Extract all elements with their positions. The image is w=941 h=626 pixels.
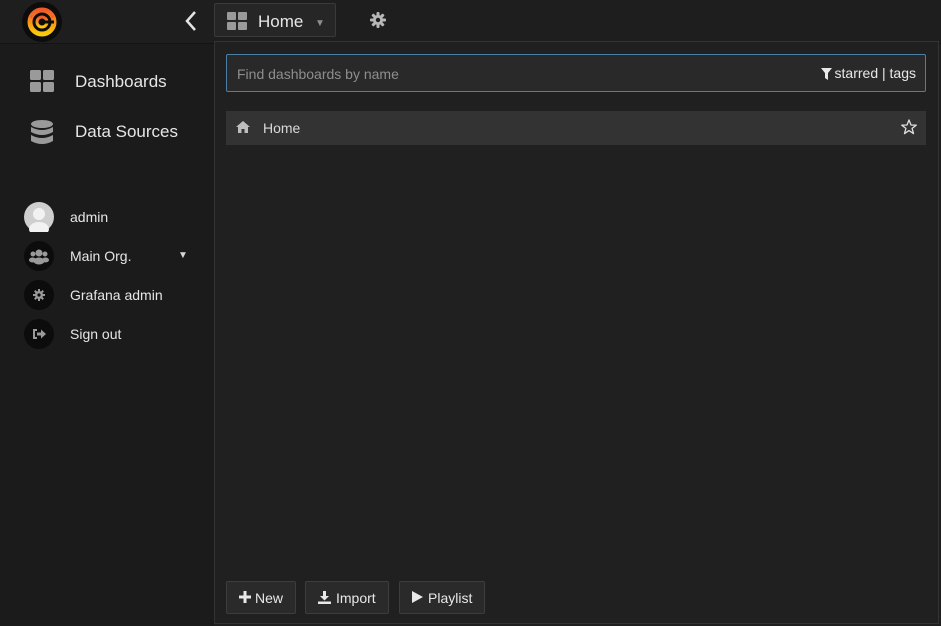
sidebar-item-label: Dashboards xyxy=(75,72,167,91)
star-icon[interactable] xyxy=(901,119,917,135)
search-result-item[interactable]: Home xyxy=(226,111,926,145)
grafana-admin-link[interactable]: Grafana admin xyxy=(0,277,214,313)
sidebar-item-label: Data Sources xyxy=(75,122,178,141)
search-box: starred | tags xyxy=(226,54,926,92)
sidebar-item-data-sources[interactable]: Data Sources xyxy=(0,110,214,154)
grid-icon xyxy=(30,70,54,92)
sign-out-icon xyxy=(24,319,54,349)
tags-filter[interactable]: tags xyxy=(890,65,916,81)
search-input[interactable] xyxy=(235,63,799,85)
gear-icon xyxy=(24,280,54,310)
collapse-sidebar-button[interactable] xyxy=(180,8,202,34)
dashboard-picker-button[interactable]: Home ▼ xyxy=(214,3,336,37)
plus-icon xyxy=(239,591,251,603)
database-icon xyxy=(31,120,53,144)
home-icon xyxy=(236,121,250,133)
filter-separator: | xyxy=(882,65,886,81)
chevron-left-icon xyxy=(185,11,196,31)
grafana-admin-label: Grafana admin xyxy=(70,287,163,303)
import-dashboard-button[interactable]: Import xyxy=(305,581,389,614)
playlist-label: Playlist xyxy=(428,590,473,606)
avatar xyxy=(24,202,54,236)
result-title: Home xyxy=(263,120,301,136)
sidebar-item-dashboards[interactable]: Dashboards xyxy=(0,60,214,104)
gear-icon xyxy=(370,12,386,28)
dashboard-search-panel: starred | tags Home New Import Playlist xyxy=(214,41,939,624)
user-name: admin xyxy=(70,209,109,225)
dashboard-title: Home xyxy=(258,12,304,31)
filter-icon xyxy=(820,68,832,80)
play-icon xyxy=(412,591,423,603)
new-dashboard-button[interactable]: New xyxy=(226,581,296,614)
sign-out-link[interactable]: Sign out xyxy=(0,316,214,352)
starred-filter[interactable]: starred xyxy=(835,65,879,81)
playlist-button[interactable]: Playlist xyxy=(399,581,485,614)
grafana-logo[interactable] xyxy=(22,2,62,42)
user-profile-link[interactable]: admin xyxy=(0,199,214,236)
top-navbar: Home ▼ xyxy=(0,0,941,44)
org-switcher[interactable]: Main Org. ▼ xyxy=(0,238,214,274)
import-label: Import xyxy=(336,590,376,606)
search-filters: starred | tags xyxy=(820,65,916,81)
sidebar: Dashboards Data Sources admin Main Org. … xyxy=(0,44,214,626)
dashboard-settings-button[interactable] xyxy=(368,10,388,33)
sign-out-label: Sign out xyxy=(70,326,122,342)
users-icon xyxy=(24,241,54,271)
org-name: Main Org. xyxy=(70,248,132,264)
grid-icon xyxy=(227,12,247,30)
caret-down-icon: ▼ xyxy=(315,18,325,29)
caret-down-icon: ▼ xyxy=(178,250,188,261)
download-icon xyxy=(318,591,331,604)
new-label: New xyxy=(255,590,284,606)
